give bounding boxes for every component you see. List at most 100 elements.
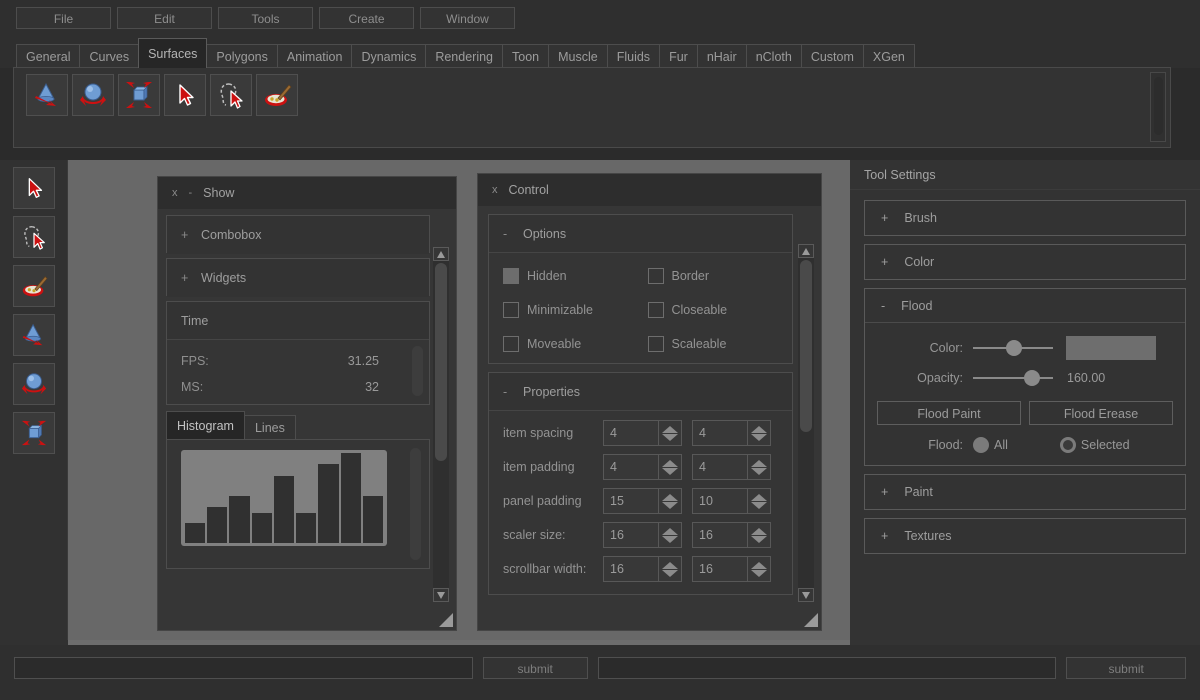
checkbox-minimizable[interactable] [503,302,519,318]
menu-item-tools[interactable]: Tools [218,7,313,29]
triangle-down-icon[interactable] [751,433,767,441]
submit-button-1[interactable]: submit [482,657,588,679]
tool-button-cube-scale-tool[interactable] [12,412,55,454]
control-panel-titlebar[interactable]: x Control [478,174,821,206]
shelf-tab-general[interactable]: General [16,44,81,68]
spinner-value-panel-padding-x[interactable]: 15 [604,489,658,513]
spinner-value-scrollbar-width-y[interactable]: 16 [693,557,747,581]
flood-collapse-icon[interactable]: - [881,289,885,323]
show-panel-close-button[interactable]: x [172,177,178,209]
shelf-tab-fluids[interactable]: Fluids [606,44,661,68]
spinner-value-item-padding-x[interactable]: 4 [604,455,658,479]
spinner-arrows[interactable] [658,489,681,513]
spinner-item-spacing-x[interactable]: 4 [603,420,682,446]
text-input-2[interactable] [597,657,1057,679]
textures-group[interactable]: + Textures [864,518,1186,554]
shelf-tab-animation[interactable]: Animation [276,44,353,68]
tool-button-cone-tool[interactable] [12,314,55,356]
shelf-tab-custom[interactable]: Custom [800,44,864,68]
spinner-scaler-size-y[interactable]: 16 [692,522,771,548]
show-panel-scrollbar[interactable] [433,247,451,602]
triangle-up-icon[interactable] [662,425,678,433]
show-panel-scroll-up-button[interactable] [433,247,449,261]
spinner-scrollbar-width-x[interactable]: 16 [603,556,682,582]
shelf-tab-fur[interactable]: Fur [659,44,698,68]
shelf-button-sphere-tool[interactable] [72,74,114,116]
triangle-down-icon[interactable] [662,535,678,543]
chart-scrollbar[interactable] [410,448,421,560]
widgets-group[interactable]: + Widgets [166,258,430,297]
submit-button-2[interactable]: submit [1066,657,1186,679]
tool-button-lasso-select[interactable] [12,216,55,258]
spinner-arrows[interactable] [658,455,681,479]
menu-item-create[interactable]: Create [319,7,414,29]
checkbox-item-moveable[interactable]: Moveable [503,327,648,361]
time-group-header[interactable]: Time [167,302,429,340]
shelf-tab-toon[interactable]: Toon [502,44,550,68]
shelf-button-paint-brush[interactable] [256,74,298,116]
spinner-value-item-padding-y[interactable]: 4 [693,455,747,479]
color-group[interactable]: + Color [864,244,1186,280]
tool-button-paint-brush[interactable] [12,265,55,307]
shelf-tab-rendering[interactable]: Rendering [425,44,504,68]
tab-histogram[interactable]: Histogram [166,411,245,439]
control-panel-scroll-track[interactable] [798,258,814,588]
textures-expand-icon[interactable]: + [881,519,888,553]
shelf-tab-dynamics[interactable]: Dynamics [351,44,427,68]
shelf-button-cone-tool[interactable] [26,74,68,116]
menu-item-window[interactable]: Window [420,7,515,29]
time-group-scrollbar-thumb[interactable] [412,346,423,396]
flood-paint-button[interactable]: Flood Paint [877,401,1021,425]
textures-group-header[interactable]: + Textures [865,519,1185,553]
combobox-expand-icon[interactable]: + [181,216,188,254]
spinner-arrows[interactable] [747,489,770,513]
spinner-value-scaler-size-x[interactable]: 16 [604,523,658,547]
control-panel-scroll-down-button[interactable] [798,588,814,602]
triangle-down-icon[interactable] [662,467,678,475]
options-group-header[interactable]: - Options [489,215,792,253]
spinner-arrows[interactable] [747,523,770,547]
triangle-down-icon[interactable] [751,535,767,543]
paint-group-header[interactable]: + Paint [865,475,1185,509]
radio-item-selected[interactable]: Selected [1059,437,1130,453]
chart-scrollbar-thumb[interactable] [410,448,421,560]
tool-button-sphere-tool[interactable] [12,363,55,405]
triangle-down-icon[interactable] [662,501,678,509]
paint-group[interactable]: + Paint [864,474,1186,510]
brush-group-header[interactable]: + Brush [865,201,1185,235]
triangle-down-icon[interactable] [751,467,767,475]
checkbox-scaleable[interactable] [647,336,664,352]
triangle-up-icon[interactable] [751,425,767,433]
checkbox-moveable[interactable] [503,336,519,352]
show-panel-minimize-button[interactable]: - [189,177,193,209]
options-collapse-icon[interactable]: - [503,215,509,253]
show-panel-titlebar[interactable]: x - Show [158,177,456,209]
shelf-tab-muscle[interactable]: Muscle [548,44,608,68]
shelf-button-cube-scale-tool[interactable] [118,74,160,116]
control-panel-close-button[interactable]: x [492,174,498,206]
checkbox-item-hidden[interactable]: Hidden [503,259,648,293]
combobox-group[interactable]: + Combobox [166,215,430,254]
shelf-button-lasso-select[interactable] [210,74,252,116]
spinner-arrows[interactable] [658,557,681,581]
spinner-value-scaler-size-y[interactable]: 16 [693,523,747,547]
triangle-down-icon[interactable] [662,569,678,577]
shelf-scrollbar[interactable] [1150,72,1166,142]
show-panel-scroll-track[interactable] [433,261,449,588]
tab-lines[interactable]: Lines [243,415,296,439]
show-panel-scroll-thumb[interactable] [435,263,447,461]
checkbox-border[interactable] [647,268,664,284]
spinner-panel-padding-x[interactable]: 15 [603,488,682,514]
flood-erase-button[interactable]: Flood Erease [1029,401,1173,425]
spinner-value-item-spacing-y[interactable]: 4 [693,421,747,445]
spinner-scaler-size-x[interactable]: 16 [603,522,682,548]
spinner-arrows[interactable] [747,455,770,479]
spinner-value-panel-padding-y[interactable]: 10 [693,489,747,513]
radio-all[interactable] [973,437,989,453]
spinner-arrows[interactable] [658,523,681,547]
triangle-up-icon[interactable] [662,561,678,569]
flood-color-swatch[interactable] [1066,336,1156,360]
properties-collapse-icon[interactable]: - [503,373,509,411]
brush-group[interactable]: + Brush [864,200,1186,236]
triangle-up-icon[interactable] [751,493,767,501]
